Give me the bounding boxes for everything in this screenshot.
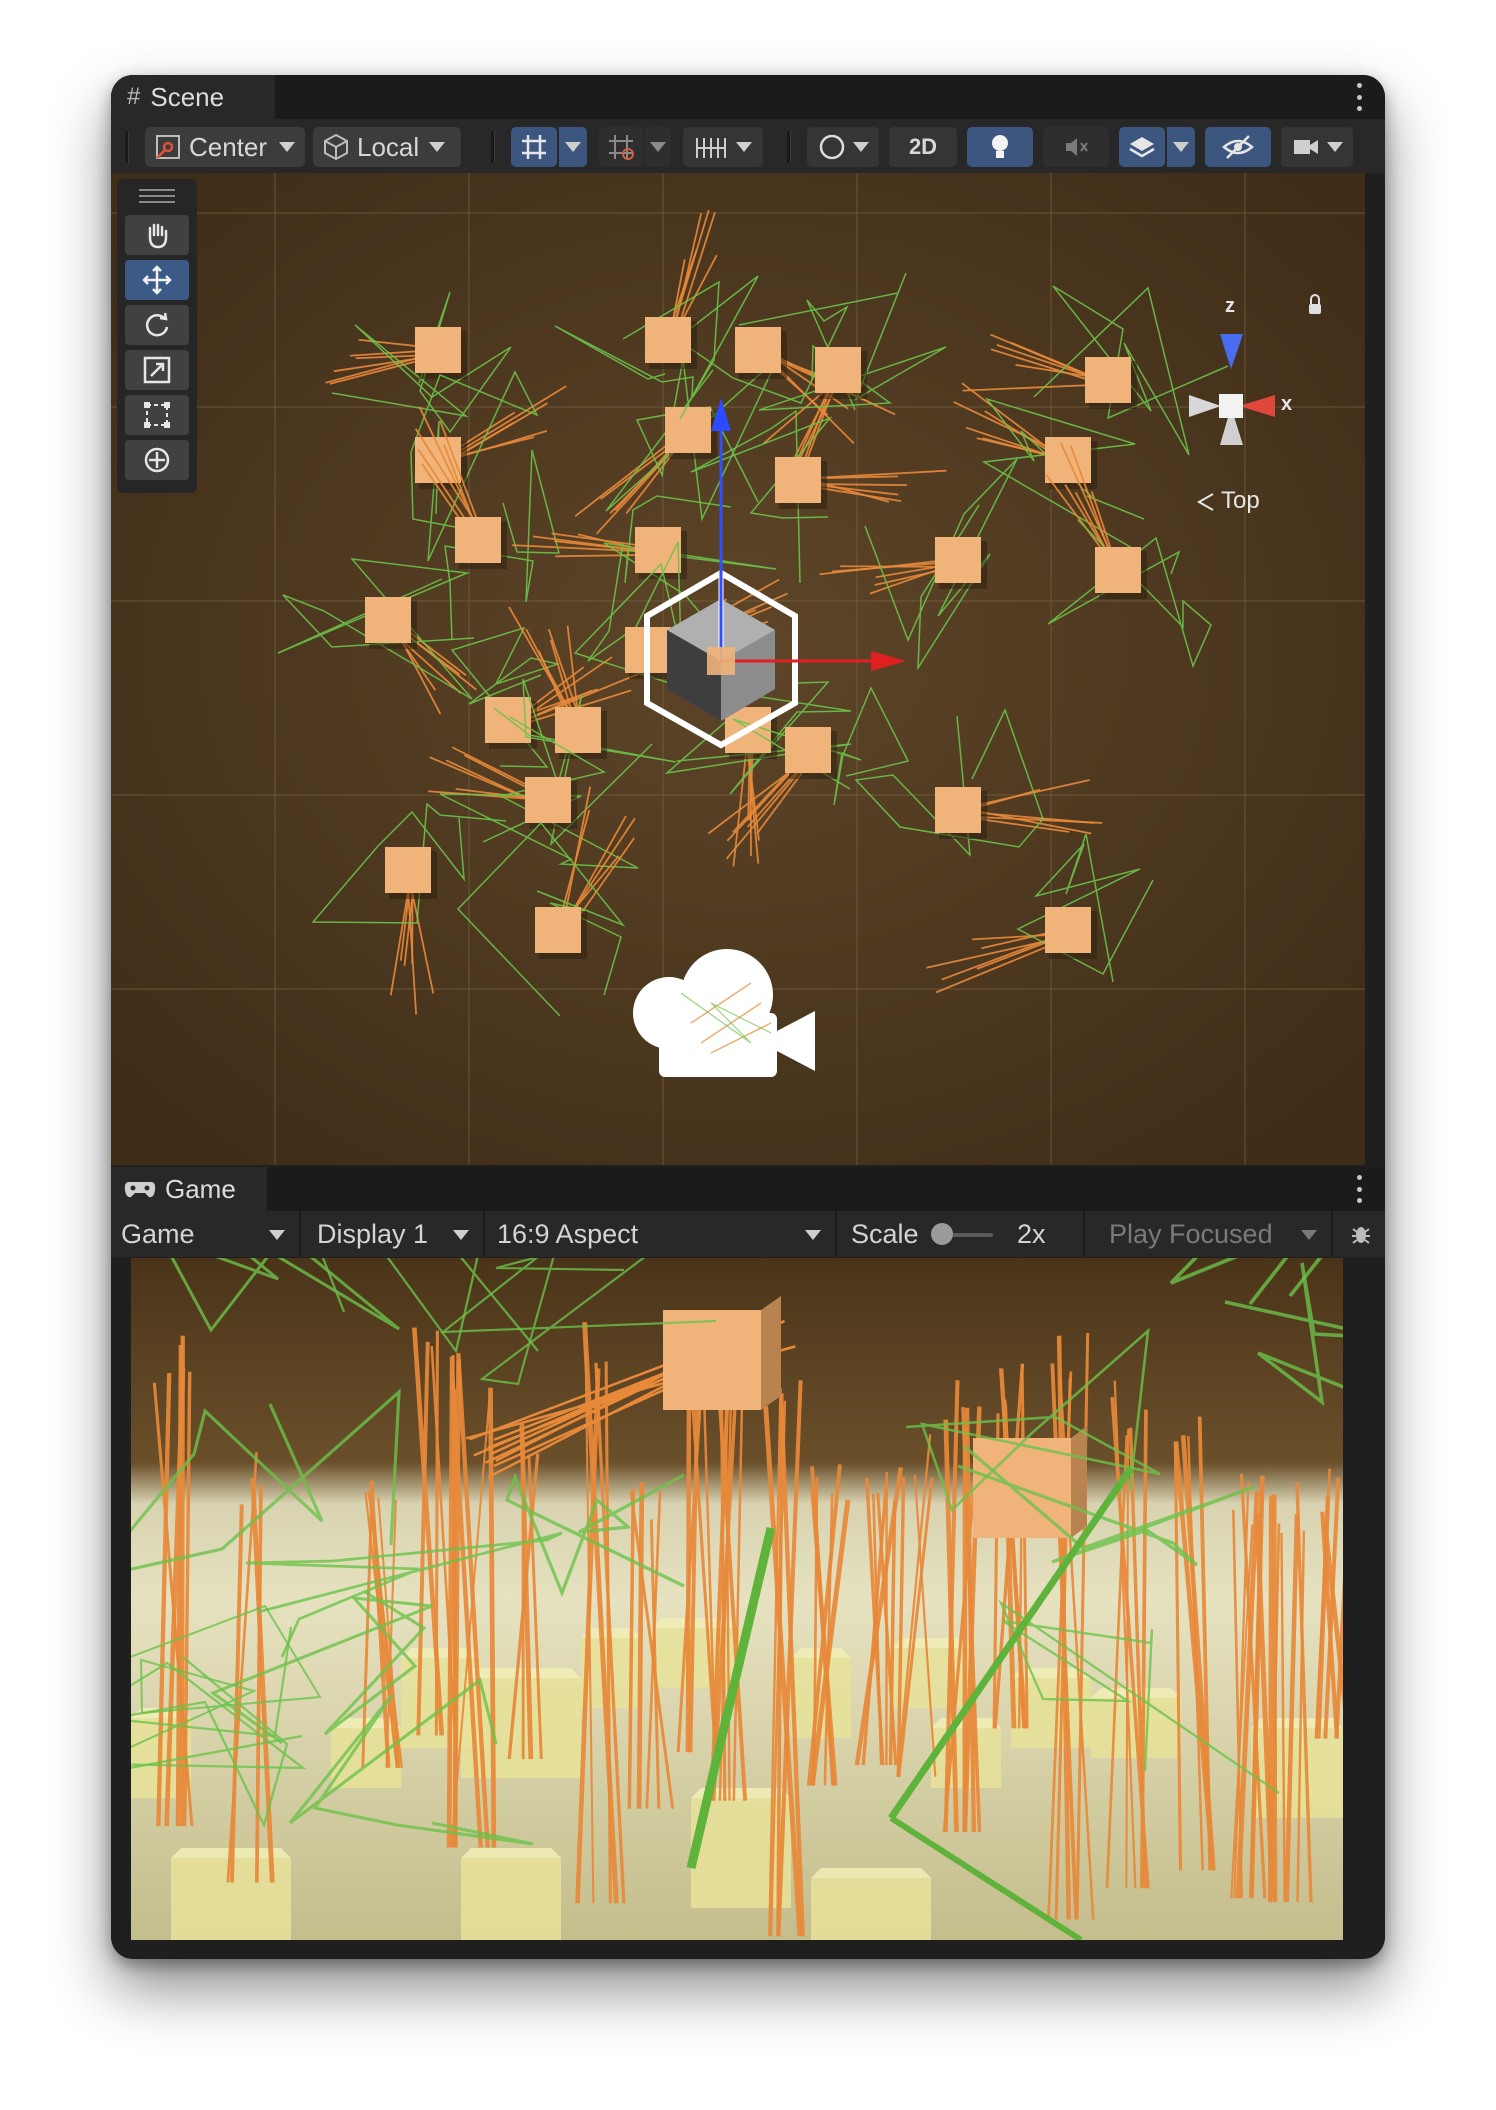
game-view-dropdown[interactable]: Game xyxy=(111,1211,301,1257)
rect-tool-button[interactable] xyxy=(125,395,189,435)
play-mode-dropdown[interactable]: Play Focused xyxy=(1087,1211,1333,1257)
game-view-margin-left xyxy=(111,1258,131,1940)
scene-toolbar: Center Local 2D xyxy=(111,119,1385,173)
move-tool-button[interactable] xyxy=(125,260,189,300)
gizmo-z-axis-label: z xyxy=(1225,295,1235,317)
chevron-down-icon xyxy=(1301,1230,1317,1240)
grid-snapping-button[interactable] xyxy=(511,127,557,167)
effects-dropdown[interactable] xyxy=(1167,127,1195,167)
ground-cube xyxy=(461,1848,561,1940)
grid-hash-icon: # xyxy=(127,83,141,110)
handle-label: Local xyxy=(357,131,420,162)
scene-more-options-icon[interactable] xyxy=(1355,83,1363,111)
gamepad-icon xyxy=(124,1182,156,1198)
game-tab-bar: Game xyxy=(111,1167,1385,1211)
pivot-label: Center xyxy=(189,131,268,162)
game-more-options-icon[interactable] xyxy=(1355,1175,1363,1203)
handle-local-button[interactable]: Local xyxy=(313,127,461,167)
tool-palette xyxy=(117,179,197,493)
rect-transform-icon xyxy=(144,402,170,428)
scene-visibility-button[interactable] xyxy=(1205,127,1271,167)
display-dropdown[interactable]: Display 1 xyxy=(303,1211,485,1257)
chevron-down-icon xyxy=(1173,142,1189,152)
pivot-center-button[interactable]: Center xyxy=(145,127,305,167)
grid-snap-icon xyxy=(522,135,546,159)
scene-scrollbar[interactable] xyxy=(1365,173,1385,1165)
bug-icon xyxy=(1352,1227,1370,1244)
game-canvas xyxy=(131,1258,1343,1940)
chevron-down-icon xyxy=(453,1230,469,1240)
play-mode-dropdown-value: Play Focused xyxy=(1109,1218,1273,1249)
scale-label: Scale xyxy=(851,1218,919,1249)
toolbar-separator xyxy=(491,131,495,163)
transform-all-icon xyxy=(144,447,170,473)
grid-snapping-dropdown[interactable] xyxy=(559,127,587,167)
drag-handle-icon[interactable] xyxy=(139,189,175,203)
scene-canvas xyxy=(111,173,1365,1165)
toolbar-separator xyxy=(787,131,791,163)
tab-scene[interactable]: # Scene xyxy=(111,75,275,119)
grid-visibility-button[interactable] xyxy=(683,127,763,167)
game-viewport[interactable] xyxy=(131,1258,1343,1940)
pivot-icon xyxy=(156,135,180,159)
toggle-2d-label: 2D xyxy=(908,134,938,159)
toggle-2d-button[interactable]: 2D xyxy=(889,127,957,167)
transform-tool-button[interactable] xyxy=(125,440,189,480)
chevron-down-icon xyxy=(279,142,296,152)
chevron-down-icon xyxy=(736,142,752,152)
effects-toggle-button[interactable] xyxy=(1119,127,1165,167)
move-arrows-icon xyxy=(142,265,172,295)
game-view-dropdown-value: Game xyxy=(121,1218,195,1249)
lightbulb-icon xyxy=(992,135,1008,158)
rotate-icon xyxy=(145,312,169,337)
game-view-margin-right xyxy=(1343,1258,1385,1940)
scale-slider-knob[interactable] xyxy=(931,1223,953,1245)
game-toolbar: Game Display 1 16:9 Aspect Scale 2x Play… xyxy=(111,1211,1385,1257)
scale-icon xyxy=(143,356,171,384)
lighting-toggle-button[interactable] xyxy=(967,127,1033,167)
gizmo-view-label[interactable]: Top xyxy=(1221,487,1260,515)
aspect-ratio-dropdown[interactable]: 16:9 Aspect xyxy=(487,1211,837,1257)
chevron-down-icon xyxy=(853,142,869,152)
aspect-dropdown-value: 16:9 Aspect xyxy=(497,1218,639,1249)
shaded-sphere-icon xyxy=(819,134,845,160)
increment-snap-button[interactable] xyxy=(599,127,643,167)
scene-viewport[interactable]: z x Top xyxy=(111,173,1365,1165)
ground-cube xyxy=(811,1868,931,1940)
chevron-down-icon xyxy=(269,1230,285,1240)
scale-control: Scale 2x xyxy=(839,1211,1085,1257)
game-settings-button[interactable] xyxy=(1337,1211,1385,1257)
layers-effects-icon xyxy=(1129,137,1155,158)
chevron-down-icon xyxy=(1327,142,1343,152)
hand-icon xyxy=(148,223,168,249)
scale-value: 2x xyxy=(1017,1218,1046,1249)
hand-tool-button[interactable] xyxy=(125,215,189,255)
chevron-down-icon xyxy=(805,1230,821,1240)
display-dropdown-value: Display 1 xyxy=(317,1218,429,1249)
increment-snap-dropdown[interactable] xyxy=(645,127,671,167)
game-tab-label: Game xyxy=(165,1173,236,1204)
draw-mode-button[interactable] xyxy=(807,127,879,167)
scale-tool-button[interactable] xyxy=(125,350,189,390)
grid-lines-icon xyxy=(696,138,726,158)
tab-game[interactable]: Game xyxy=(111,1167,267,1211)
speaker-muted-icon xyxy=(1066,138,1088,156)
scene-tab-label: Scene xyxy=(150,81,225,112)
gizmo-x-axis-label: x xyxy=(1281,393,1293,415)
audio-toggle-button[interactable] xyxy=(1043,127,1109,167)
toolbar-separator xyxy=(125,131,129,163)
cube-outline-icon xyxy=(324,133,348,161)
video-camera-icon xyxy=(1294,140,1318,154)
chevron-down-icon xyxy=(565,142,581,152)
eye-hidden-icon xyxy=(1222,135,1254,159)
scene-camera-button[interactable] xyxy=(1281,127,1353,167)
scene-tab-bar: # Scene xyxy=(111,75,1385,119)
snap-increment-icon xyxy=(609,135,634,160)
chevron-down-icon xyxy=(429,142,446,152)
unity-editor-window: # Scene Center Local 2D z x Top Game Gam… xyxy=(111,75,1385,1959)
rotate-tool-button[interactable] xyxy=(125,305,189,345)
chevron-down-icon xyxy=(650,142,666,152)
